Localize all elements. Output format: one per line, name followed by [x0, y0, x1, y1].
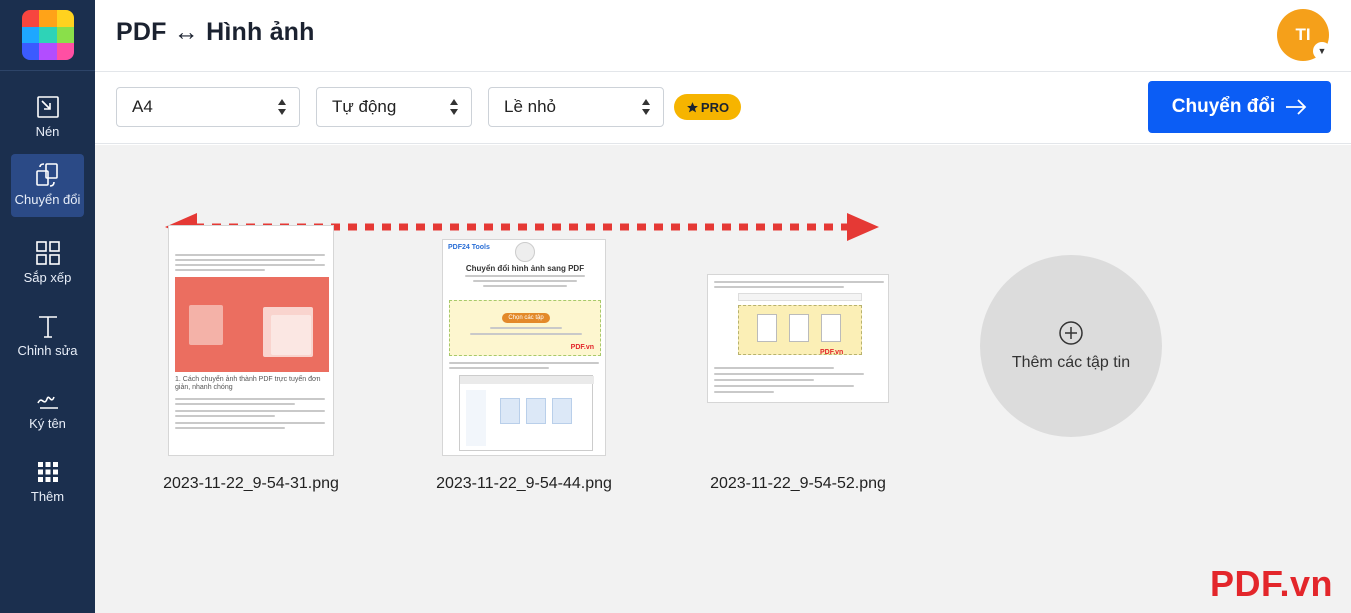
convert-button-label: Chuyển đổi	[1171, 96, 1276, 117]
margin-value: Lề nhỏ	[504, 97, 556, 116]
sidebar-item-label: Chỉnh sửa	[17, 343, 78, 358]
file-card[interactable]: PDF24 Tools Chuyển đổi hình ảnh sang PDF…	[428, 225, 620, 497]
sidebar-item-label: Thêm	[30, 489, 65, 504]
sidebar-divider	[0, 70, 95, 71]
file-card[interactable]: PDF.vn 2023-11-22_9-54-52.png	[693, 225, 889, 497]
sidebar-item-organize[interactable]: Sắp xếp	[11, 232, 84, 294]
plus-circle-icon	[1059, 321, 1083, 345]
thumbnail-brand: PDF24 Tools	[448, 244, 490, 251]
chevron-down-icon[interactable]: ▼	[1313, 42, 1331, 60]
signature-icon	[36, 396, 58, 409]
convert-button[interactable]: Chuyển đổi	[1148, 81, 1331, 133]
add-files-label: Thêm các tập tin	[1011, 354, 1131, 371]
mascot-icon	[515, 242, 535, 262]
illustration-image	[175, 277, 329, 372]
file-card[interactable]: 1. Cách chuyển ảnh thành PDF trực tuyến …	[155, 225, 347, 497]
file-name: 2023-11-22_9-54-44.png	[436, 475, 612, 492]
sort-arrows-icon	[642, 99, 650, 115]
file-thumbnail: PDF24 Tools Chuyển đổi hình ảnh sang PDF…	[442, 239, 606, 456]
sidebar-item-label: Nén	[35, 124, 60, 139]
file-thumbnail: PDF.vn	[707, 274, 889, 403]
sidebar: Nén Chuyển đổi Sắp xếp Chỉnh sửa Ký tên	[0, 0, 95, 613]
page-title: PDF ↔ Hình ảnh	[116, 18, 315, 46]
sidebar-item-compress[interactable]: Nén	[11, 86, 84, 148]
text-edit-icon	[38, 316, 57, 338]
file-thumbnail: 1. Cách chuyển ảnh thành PDF trực tuyến …	[168, 225, 334, 456]
upload-zone: Chọn các tập PDF.vn	[449, 300, 601, 356]
page-size-value: A4	[132, 97, 153, 116]
sidebar-item-sign[interactable]: Ký tên	[11, 378, 84, 440]
embedded-window	[459, 375, 594, 451]
sidebar-item-label: Chuyển đổi	[14, 192, 81, 207]
thumbnail-heading: 1. Cách chuyển ảnh thành PDF trực tuyến …	[175, 376, 321, 391]
sidebar-item-convert[interactable]: Chuyển đổi	[11, 154, 84, 217]
margin-select[interactable]: Lề nhỏ	[488, 87, 664, 127]
sidebar-item-label: Ký tên	[29, 416, 66, 431]
pro-badge[interactable]: PRO	[674, 94, 741, 120]
orientation-value: Tự động	[332, 97, 397, 116]
file-name: 2023-11-22_9-54-52.png	[710, 475, 886, 492]
pro-label: PRO	[700, 99, 730, 115]
compress-icon	[36, 96, 59, 118]
upload-zone	[738, 305, 862, 355]
options-toolbar: A4 Tự động Lề nhỏ PRO Chuyển đổi	[95, 72, 1351, 144]
thumbnail-heading: Chuyển đổi hình ảnh sang PDF	[465, 264, 585, 273]
more-dots-icon	[37, 462, 58, 482]
avatar-initials: TI	[1295, 25, 1311, 44]
page-size-select[interactable]: A4	[116, 87, 300, 127]
sidebar-item-more[interactable]: Thêm	[11, 451, 84, 513]
app-logo[interactable]	[22, 10, 74, 60]
watermark-logo: PDF.vn	[1209, 563, 1333, 604]
sidebar-item-edit[interactable]: Chỉnh sửa	[11, 305, 84, 367]
convert-icon	[35, 163, 58, 187]
thumbnail-watermark: PDF.vn	[570, 344, 594, 351]
thumbnail-watermark: PDF.vn	[820, 349, 844, 356]
sort-arrows-icon	[278, 99, 286, 115]
grid-icon	[35, 241, 60, 265]
file-name: 2023-11-22_9-54-31.png	[163, 475, 339, 492]
sidebar-item-label: Sắp xếp	[23, 270, 72, 285]
header: PDF ↔ Hình ảnh TI ▼	[95, 0, 1351, 72]
add-files-button[interactable]: Thêm các tập tin	[980, 255, 1162, 437]
sort-arrows-icon	[450, 99, 458, 115]
star-icon	[686, 101, 698, 112]
arrow-right-icon	[1286, 99, 1307, 115]
orientation-select[interactable]: Tự động	[316, 87, 472, 127]
thumbnail-button: Chọn các tập	[502, 313, 550, 323]
file-workspace: 1. Cách chuyển ảnh thành PDF trực tuyến …	[95, 145, 1351, 613]
